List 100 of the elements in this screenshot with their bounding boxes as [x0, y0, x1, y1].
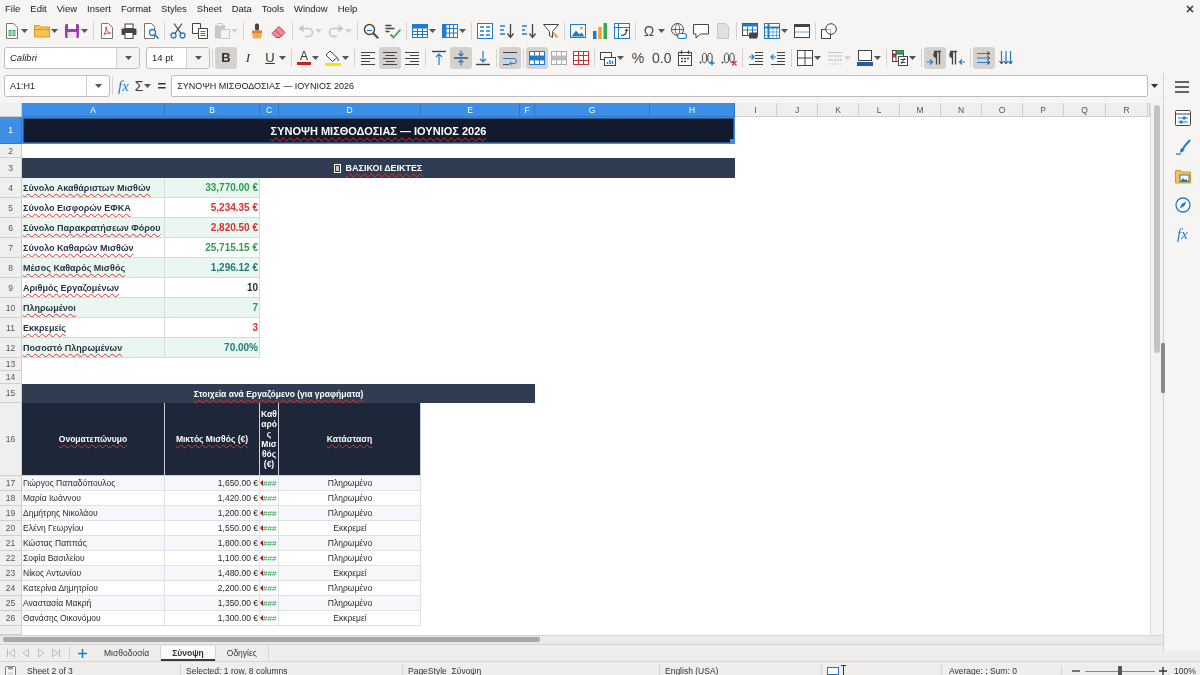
menu-item[interactable]: Edit — [25, 1, 52, 16]
text-cursor-icon[interactable] — [841, 665, 846, 675]
row-header[interactable]: 11 — [0, 318, 22, 338]
row-header[interactable]: 14 — [0, 371, 22, 384]
redo-arrow-icon — [328, 22, 344, 39]
row-header[interactable]: 16 — [0, 403, 22, 476]
row-header[interactable]: 2 — [0, 144, 22, 158]
row-header[interactable]: 19 — [0, 506, 22, 521]
row-header[interactable]: 12 — [0, 338, 22, 358]
clipped-text-arrow-icon — [260, 525, 263, 531]
plus-icon[interactable] — [78, 648, 87, 658]
menu-item[interactable]: Data — [226, 1, 257, 16]
fill-handle[interactable] — [730, 139, 735, 144]
vertical-scrollbar[interactable] — [1150, 103, 1163, 635]
select-function-button[interactable]: Σ — [131, 74, 155, 97]
minus-icon[interactable] — [1072, 667, 1080, 675]
align-center-button[interactable] — [379, 46, 401, 69]
row-header[interactable]: 7 — [0, 238, 22, 258]
sheet-tab[interactable]: Οδηγίες — [215, 645, 269, 661]
status-cell: Πληρωμένο — [279, 536, 421, 551]
plus-icon[interactable] — [1159, 667, 1167, 675]
menu-item[interactable]: Format — [115, 1, 156, 16]
font-name-field[interactable]: Calibri — [4, 46, 140, 69]
document-status-icon[interactable] — [5, 665, 16, 675]
language-text[interactable]: English (USA) — [659, 664, 821, 675]
magnifier-icon — [363, 22, 379, 39]
row-header[interactable]: 13 — [0, 358, 22, 371]
menu-item[interactable]: Insert — [82, 1, 116, 16]
name-box[interactable]: A1:H1 — [4, 74, 110, 97]
column-header[interactable]: P — [1023, 103, 1064, 117]
column-header[interactable]: K — [818, 103, 859, 117]
formula-input[interactable]: ΣΥΝΟΨΗ ΜΙΣΘΟΔΟΣΙΑΣ — ΙΟΥΝΙΟΣ 2026 — [171, 74, 1148, 97]
zoom-slider-thumb[interactable] — [1118, 666, 1122, 675]
zoom-percent-text[interactable]: 100% — [1174, 666, 1196, 675]
selection-mode-icon[interactable] — [827, 667, 839, 675]
menu-icon[interactable] — [1175, 81, 1189, 93]
row-header[interactable]: 3 — [0, 158, 22, 178]
table-columns-icon — [442, 22, 458, 39]
caret-icon — [194, 55, 202, 60]
printer-icon — [121, 22, 137, 39]
row-header[interactable]: 24 — [0, 581, 22, 596]
font-color-button[interactable]: A — [294, 46, 322, 69]
functions-deck-button[interactable]: fx — [1177, 226, 1188, 242]
column-header[interactable]: M — [900, 103, 941, 117]
left-to-right-button[interactable] — [924, 46, 947, 69]
row-header[interactable]: 10 — [0, 298, 22, 318]
row-header[interactable]: 21 — [0, 536, 22, 551]
column-header[interactable]: N — [941, 103, 982, 117]
caret-icon — [459, 28, 466, 33]
paintbrush-icon[interactable] — [1174, 139, 1191, 155]
column-header[interactable]: L — [859, 103, 900, 117]
formula-button[interactable]: = — [154, 77, 170, 94]
sidebar-collapse-handle[interactable] — [1161, 343, 1165, 393]
align-middle-button[interactable] — [450, 46, 472, 69]
row-header[interactable]: 5 — [0, 198, 22, 218]
row-header[interactable]: 9 — [0, 278, 22, 298]
highlighter-bucket-icon — [325, 49, 341, 66]
menu-item[interactable]: Help — [332, 1, 363, 16]
special-character-button[interactable]: Ω — [638, 19, 668, 42]
wrap-text-button[interactable] — [499, 46, 521, 69]
bold-button[interactable]: B — [215, 46, 237, 69]
menu-item[interactable]: View — [51, 1, 83, 16]
text-horizontal-button[interactable] — [973, 46, 996, 69]
merge-center-button[interactable] — [526, 46, 548, 69]
close-icon[interactable] — [1186, 4, 1194, 13]
scrollbar-thumb[interactable] — [3, 637, 540, 642]
underline-button[interactable]: U — [259, 46, 289, 69]
italic-button[interactable]: I — [237, 46, 259, 69]
menu-item[interactable]: Sheet — [191, 1, 227, 16]
menu-item[interactable]: Styles — [155, 1, 192, 16]
column-header[interactable]: O — [982, 103, 1023, 117]
font-size-field[interactable]: 14 pt — [146, 46, 210, 69]
percent-button[interactable]: % — [627, 46, 649, 69]
row-header[interactable]: 23 — [0, 566, 22, 581]
column-header[interactable]: Q — [1064, 103, 1106, 117]
compass-icon[interactable] — [1174, 197, 1191, 213]
sheet-tab[interactable]: Σύνοψη — [161, 645, 216, 661]
row-header[interactable]: 17 — [0, 476, 22, 491]
number-format-button[interactable]: 0.0 — [649, 46, 675, 69]
pivot-table-icon — [614, 22, 630, 39]
row-header[interactable]: 18 — [0, 491, 22, 506]
column-header[interactable]: J — [777, 103, 818, 117]
row-header[interactable]: 4 — [0, 178, 22, 198]
column-header[interactable]: I — [735, 103, 777, 117]
scrollbar-thumb[interactable] — [1154, 105, 1160, 353]
row-header[interactable]: 25 — [0, 596, 22, 611]
row-header[interactable]: 26 — [0, 611, 22, 626]
row-header[interactable]: 22 — [0, 551, 22, 566]
sliders-window-icon[interactable] — [1174, 110, 1191, 126]
function-wizard-button[interactable]: fx — [115, 77, 132, 94]
row-header[interactable]: 8 — [0, 258, 22, 278]
row-header[interactable]: 20 — [0, 521, 22, 536]
menu-item[interactable]: Window — [288, 1, 333, 16]
horizontal-scrollbar[interactable] — [0, 635, 1163, 644]
menu-item[interactable]: File — [0, 1, 26, 16]
column-header[interactable]: R — [1106, 103, 1148, 117]
row-header[interactable]: 6 — [0, 218, 22, 238]
row-header[interactable]: 15 — [0, 384, 22, 403]
menu-item[interactable]: Tools — [256, 1, 289, 16]
picture-folder-icon[interactable] — [1174, 168, 1191, 184]
